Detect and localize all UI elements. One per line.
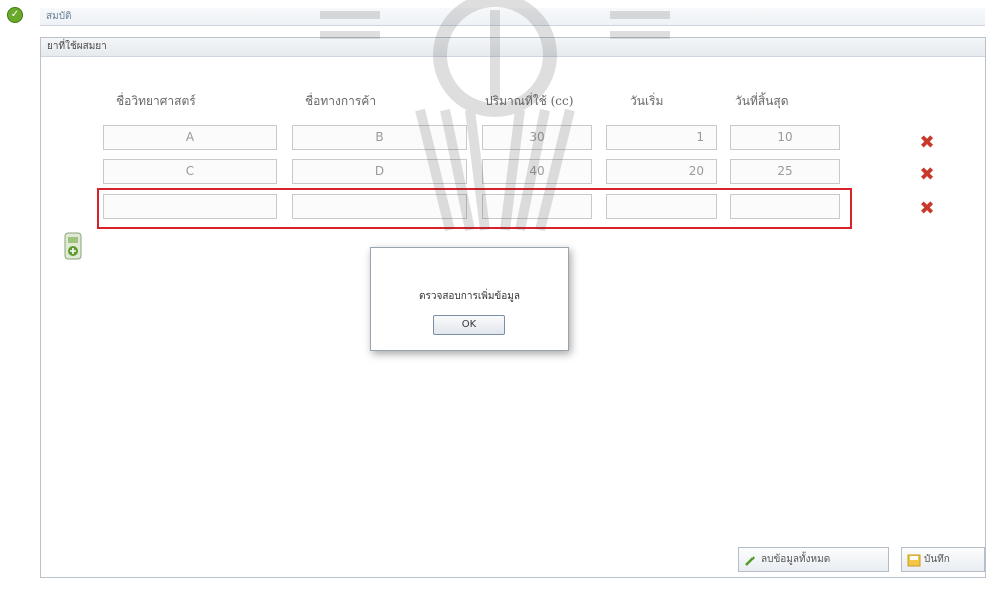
- row2-scientific-name-field[interactable]: C: [103, 159, 277, 184]
- delete-all-icon: [744, 553, 757, 566]
- dialog-ok-button[interactable]: OK: [433, 315, 505, 335]
- confirm-dialog: ตรวจสอบการเพิ่มข้อมูล OK: [370, 247, 569, 351]
- row2-delete-icon[interactable]: ✖: [918, 166, 936, 184]
- add-row-icon[interactable]: [62, 231, 84, 261]
- column-header-scientific-name: ชื่อวิทยาศาสตร์: [116, 94, 196, 108]
- row1-trade-name-field[interactable]: B: [292, 125, 467, 150]
- save-icon: [907, 553, 921, 567]
- column-header-amount: ปริมาณที่ใช้ (cc): [485, 94, 574, 108]
- row1-scientific-name-field[interactable]: A: [103, 125, 277, 150]
- column-header-start-day: วันเริ่ม: [630, 94, 664, 108]
- row2-start-day-field[interactable]: 20: [606, 159, 717, 184]
- delete-all-label: ลบข้อมูลทั้งหมด: [761, 554, 831, 565]
- save-button[interactable]: บันทึก: [901, 547, 985, 572]
- row2-trade-name-field[interactable]: D: [292, 159, 467, 184]
- row3-delete-icon[interactable]: ✖: [918, 200, 936, 218]
- row2-amount-field[interactable]: 40: [482, 159, 592, 184]
- dialog-message: ตรวจสอบการเพิ่มข้อมูล: [418, 291, 520, 302]
- row1-amount-field[interactable]: 30: [482, 125, 592, 150]
- new-row-highlight: [97, 188, 852, 229]
- row2-end-day-field[interactable]: 25: [730, 159, 840, 184]
- panel-title: ยาที่ใช้ผสมยา: [41, 38, 985, 57]
- app-icon: ✓: [7, 7, 23, 23]
- column-header-end-day: วันที่สิ้นสุด: [735, 94, 789, 108]
- column-header-trade-name: ชื่อทางการค้า: [305, 94, 377, 108]
- delete-all-button[interactable]: ลบข้อมูลทั้งหมด: [738, 547, 889, 572]
- row1-start-day-field[interactable]: 1: [606, 125, 717, 150]
- row1-end-day-field[interactable]: 10: [730, 125, 840, 150]
- window-title: สมบัติ: [40, 8, 985, 26]
- row1-delete-icon[interactable]: ✖: [918, 134, 936, 152]
- save-label: บันทึก: [924, 554, 950, 565]
